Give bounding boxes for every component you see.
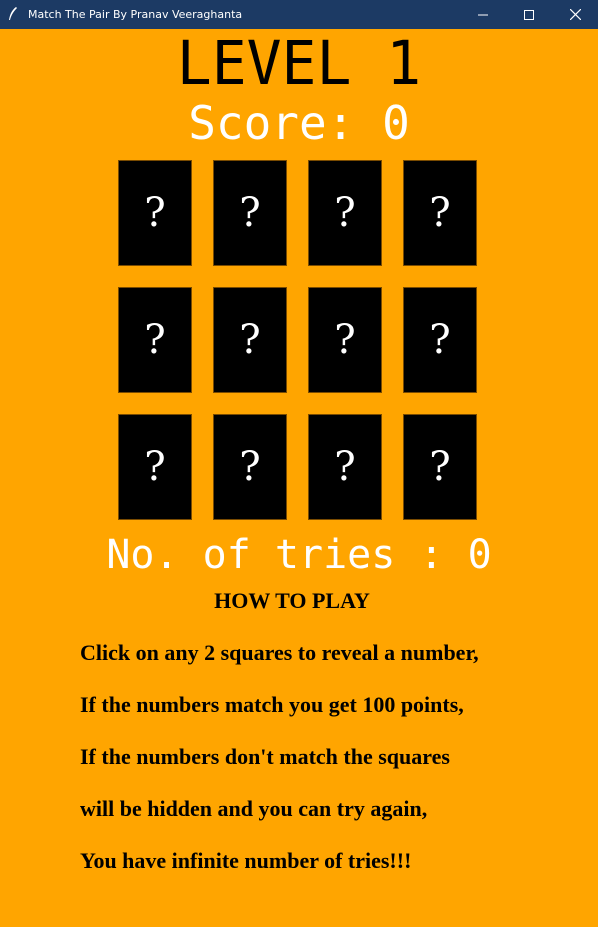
card-2[interactable]: ? bbox=[213, 160, 287, 266]
maximize-button[interactable] bbox=[506, 0, 552, 29]
instruction-line: If the numbers match you get 100 points, bbox=[80, 692, 464, 717]
card-11[interactable]: ? bbox=[308, 414, 382, 520]
card-1[interactable]: ? bbox=[118, 160, 192, 266]
instruction-line: Click on any 2 squares to reveal a numbe… bbox=[80, 640, 479, 665]
minimize-button[interactable] bbox=[460, 0, 506, 29]
maximize-icon bbox=[524, 9, 534, 20]
card-5[interactable]: ? bbox=[118, 287, 192, 393]
card-4[interactable]: ? bbox=[403, 160, 477, 266]
minimize-icon bbox=[478, 14, 488, 15]
title-bar: Match The Pair By Pranav Veeraghanta bbox=[0, 0, 598, 29]
instruction-line: If the numbers don't match the squares bbox=[80, 744, 450, 769]
card-6[interactable]: ? bbox=[213, 287, 287, 393]
close-icon bbox=[569, 9, 581, 20]
close-button[interactable] bbox=[552, 0, 598, 29]
card-12[interactable]: ? bbox=[403, 414, 477, 520]
card-8[interactable]: ? bbox=[403, 287, 477, 393]
card-9[interactable]: ? bbox=[118, 414, 192, 520]
game-window: Match The Pair By Pranav Veeraghanta LEV… bbox=[0, 0, 598, 927]
card-10[interactable]: ? bbox=[213, 414, 287, 520]
score-label: Score: 0 bbox=[188, 96, 410, 150]
instruction-line: You have infinite number of tries!!! bbox=[80, 848, 412, 873]
card-7[interactable]: ? bbox=[308, 287, 382, 393]
tries-counter: No. of tries : 0 bbox=[106, 532, 492, 578]
card-3[interactable]: ? bbox=[308, 160, 382, 266]
instruction-line: will be hidden and you can try again, bbox=[80, 796, 428, 821]
feather-icon bbox=[9, 7, 17, 20]
window-title: Match The Pair By Pranav Veeraghanta bbox=[28, 8, 243, 21]
level-label: LEVEL 1 bbox=[176, 27, 422, 99]
how-to-play-heading: HOW TO PLAY bbox=[214, 588, 370, 613]
